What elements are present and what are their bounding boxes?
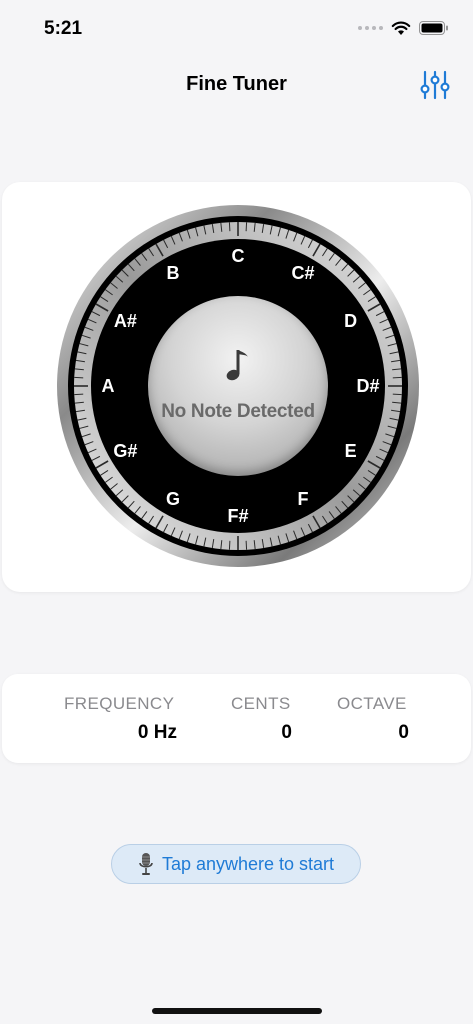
octave-value: 0 [398,722,409,743]
cents-value: 0 [281,722,292,743]
settings-button[interactable] [419,68,451,102]
start-button[interactable]: Tap anywhere to start [111,844,361,884]
tuner-card: C C# D D# E F F# G G# A A# B No Note Detected [2,182,471,592]
note-label: C [231,246,245,266]
note-label: D# [356,376,380,396]
tuner-dial[interactable]: C C# D D# E F F# G G# A A# B No Note Detected [56,204,420,568]
note-label: A# [113,311,137,331]
note-label: G# [113,441,138,461]
note-label: F [297,488,309,509]
note-label: C# [291,263,315,284]
music-note-icon [226,350,248,381]
cents-label: CENTS [231,694,291,713]
microphone-icon [139,853,153,875]
tuner-screen[interactable]: 5:21 Fine Tuner C C# D D# E F F# G G# A … [0,0,473,1024]
navigation-bar: Fine Tuner [0,60,473,110]
note-label: D [344,311,358,331]
octave-label: OCTAVE [337,694,407,713]
note-label: A [101,376,115,396]
status-icons [358,20,449,36]
home-indicator[interactable] [152,1008,322,1014]
note-label: B [166,263,180,284]
center-display: No Note Detected [148,296,328,476]
page-title: Fine Tuner [186,73,287,95]
cellular-signal-icon [358,26,383,30]
note-status-text: No Note Detected [161,401,315,422]
readout-card: FREQUENCY 0 Hz CENTS 0 OCTAVE 0 [2,674,471,763]
note-label: E [344,441,357,461]
status-bar: 5:21 [0,0,473,60]
note-label: G [165,488,180,509]
frequency-value: 0 Hz [137,722,177,743]
frequency-label: FREQUENCY [64,694,175,713]
note-label: F# [227,506,249,526]
sliders-icon [420,70,450,100]
battery-icon [419,21,448,35]
start-button-label: Tap anywhere to start [161,853,335,874]
status-time: 5:21 [44,18,83,39]
wifi-icon [391,21,411,35]
